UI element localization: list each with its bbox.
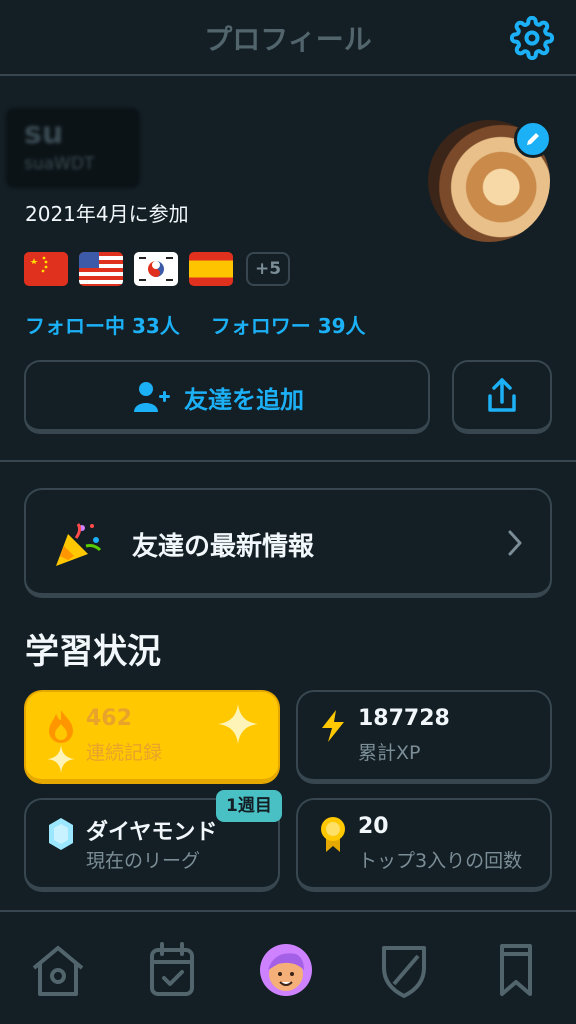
header-bar: プロフィール — [0, 0, 576, 76]
profile-avatar-icon — [260, 944, 312, 996]
follow-stats: フォロー中 33人 フォロワー 39人 — [25, 310, 366, 339]
medal-icon — [321, 817, 345, 852]
display-name: su — [24, 116, 64, 151]
bookmark-icon — [500, 944, 532, 996]
sparkle-small-icon — [47, 745, 75, 773]
section-divider — [0, 460, 576, 462]
user-identity: su suaWDT — [6, 108, 140, 188]
settings-button[interactable] — [509, 15, 555, 61]
total-xp-card[interactable]: 187728 累計XP — [296, 690, 552, 784]
more-flags-badge[interactable]: +5 — [246, 252, 290, 286]
username: suaWDT — [24, 154, 95, 174]
page-title: プロフィール — [204, 23, 372, 56]
china-flag-icon — [30, 256, 48, 273]
add-friend-label: 友達を追加 — [184, 386, 304, 414]
nav-home[interactable] — [26, 940, 90, 1000]
total-xp-label: 累計XP — [358, 742, 421, 764]
streak-label: 連続記録 — [86, 742, 163, 764]
spain-flag[interactable] — [189, 252, 233, 286]
lightning-icon — [322, 710, 344, 742]
share-button[interactable] — [452, 360, 552, 434]
add-friend-button[interactable]: 友達を追加 — [24, 360, 430, 434]
top3-label: トップ3入りの回数 — [358, 850, 523, 872]
pencil-icon — [527, 133, 539, 145]
sparkle-icon — [218, 704, 258, 744]
edit-avatar-button[interactable] — [514, 120, 552, 158]
diamond-gem-icon — [49, 818, 73, 850]
gear-icon — [509, 15, 555, 61]
chevron-right-icon — [508, 530, 522, 556]
league-label: 現在のリーグ — [86, 850, 201, 872]
league-value: ダイヤモンド — [86, 820, 218, 845]
friend-updates-label: 友達の最新情報 — [132, 532, 315, 562]
korea-flag-icon — [139, 257, 173, 281]
nav-profile[interactable] — [254, 940, 318, 1000]
usa-flag[interactable] — [79, 252, 123, 286]
nav-calendar[interactable] — [140, 940, 204, 1000]
nav-leagues[interactable] — [372, 940, 436, 1000]
followers-link[interactable]: フォロワー 39人 — [211, 314, 366, 338]
add-user-icon — [134, 382, 170, 412]
top3-value: 20 — [358, 814, 389, 839]
nav-bookmarks[interactable] — [484, 940, 548, 1000]
stats-heading: 学習状況 — [25, 632, 161, 672]
calendar-icon — [150, 942, 194, 996]
league-week-badge: 1週目 — [216, 790, 282, 822]
friend-updates-card[interactable]: 友達の最新情報 — [24, 488, 552, 598]
streak-card[interactable]: 462 連続記録 — [24, 690, 280, 784]
streak-value: 462 — [86, 706, 132, 731]
flame-icon — [49, 710, 73, 743]
korea-flag[interactable] — [134, 252, 178, 286]
party-popper-icon — [56, 523, 102, 566]
china-flag[interactable] — [24, 252, 68, 286]
following-link[interactable]: フォロー中 33人 — [25, 314, 180, 338]
top3-card[interactable]: 20 トップ3入りの回数 — [296, 798, 552, 892]
joined-date: 2021年4月に参加 — [25, 202, 189, 226]
shield-icon — [382, 946, 426, 998]
bottom-navigation — [0, 910, 576, 1024]
total-xp-value: 187728 — [358, 706, 450, 731]
share-icon — [488, 378, 516, 412]
home-icon — [32, 946, 84, 996]
